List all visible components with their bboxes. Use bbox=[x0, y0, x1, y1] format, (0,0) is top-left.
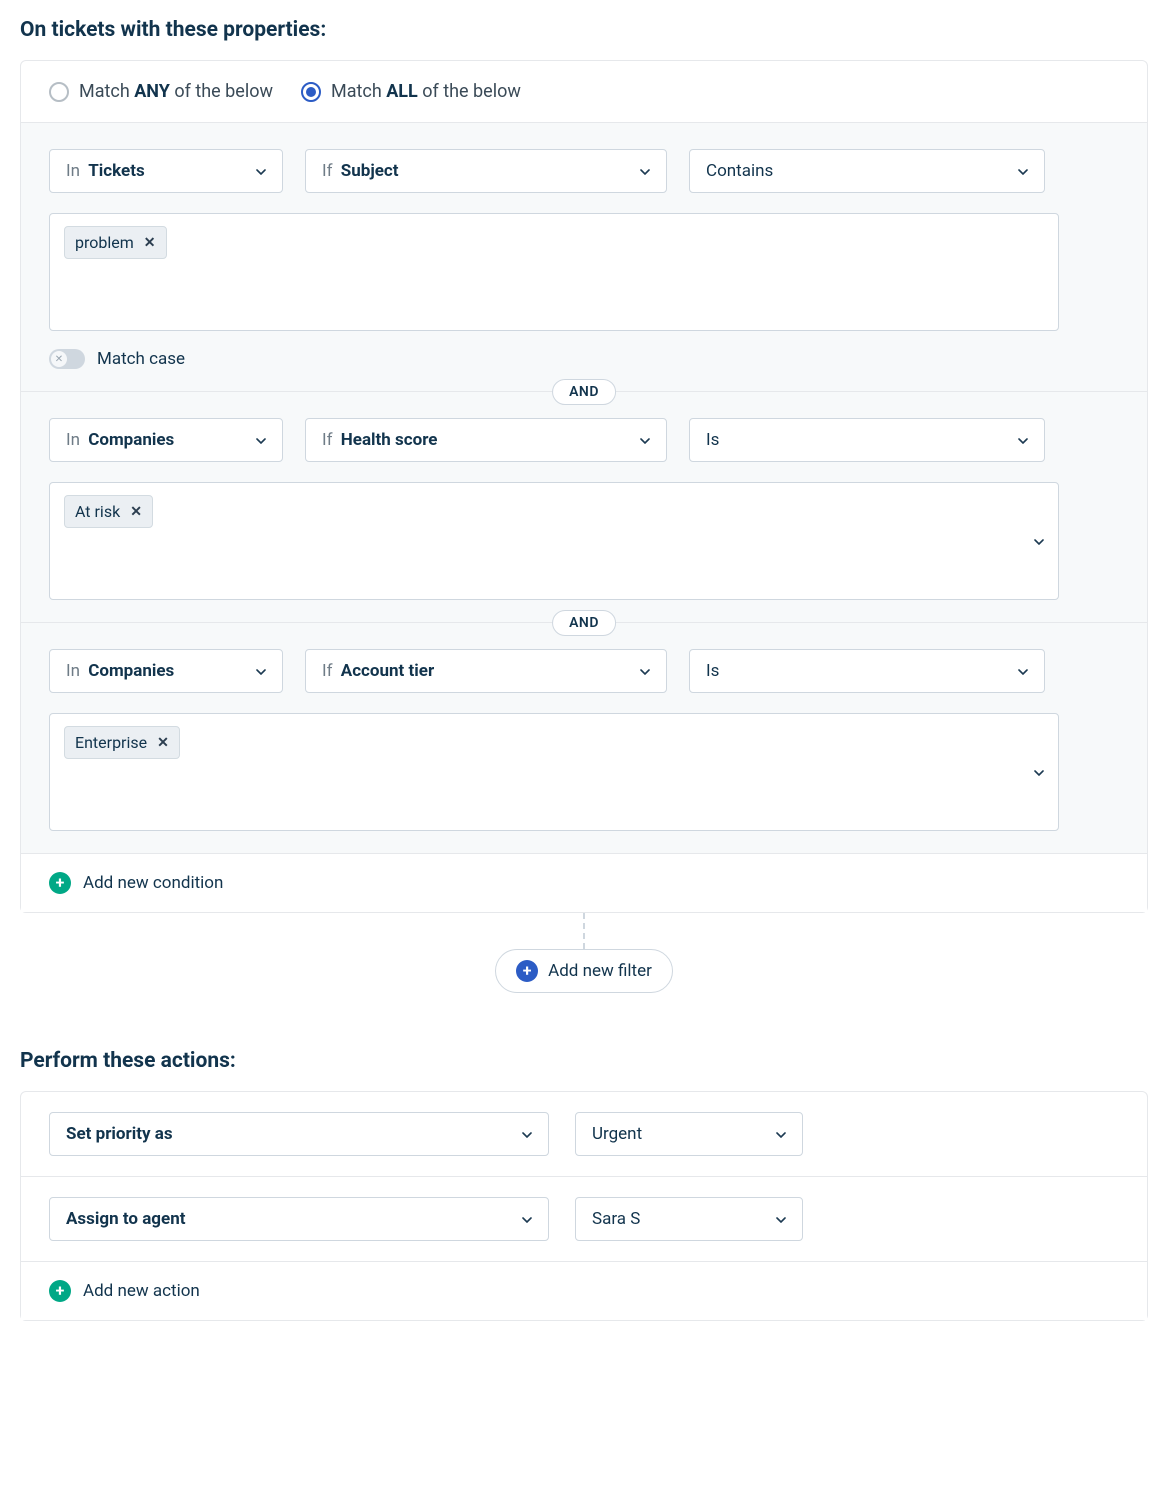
chevron-down-icon bbox=[256, 164, 266, 178]
match-case-toggle[interactable]: ✕ bbox=[49, 349, 85, 369]
chevron-down-icon bbox=[1034, 765, 1044, 779]
chevron-down-icon bbox=[1018, 433, 1028, 447]
action-row: Set priority as Urgent bbox=[21, 1092, 1147, 1177]
chevron-down-icon bbox=[256, 433, 266, 447]
action-row: Assign to agent Sara S bbox=[21, 1177, 1147, 1262]
operator-select[interactable]: Contains bbox=[689, 149, 1045, 193]
add-filter-label: Add new filter bbox=[548, 961, 652, 981]
condition-block: In Companies If Health score Is At risk ✕ bbox=[21, 392, 1147, 622]
and-pill: AND bbox=[552, 610, 616, 636]
close-icon: ✕ bbox=[51, 351, 67, 367]
add-condition-button[interactable]: + Add new condition bbox=[21, 853, 1147, 912]
actions-panel: Set priority as Urgent Assign to agent Sara… bbox=[20, 1091, 1148, 1321]
value-input[interactable]: Enterprise ✕ bbox=[49, 713, 1059, 831]
match-any-radio[interactable]: Match ANY of the below bbox=[49, 81, 273, 102]
condition-joiner: AND bbox=[21, 391, 1147, 392]
chevron-down-icon bbox=[522, 1212, 532, 1226]
chevron-down-icon bbox=[640, 164, 650, 178]
field-select[interactable]: If Health score bbox=[305, 418, 667, 462]
chevron-down-icon bbox=[776, 1127, 786, 1141]
chevron-down-icon bbox=[1018, 164, 1028, 178]
add-action-label: Add new action bbox=[83, 1281, 200, 1301]
plus-icon: + bbox=[516, 960, 538, 982]
scope-select[interactable]: In Tickets bbox=[49, 149, 283, 193]
conditions-panel: Match ANY of the below Match ALL of the … bbox=[20, 60, 1148, 913]
field-select[interactable]: If Account tier bbox=[305, 649, 667, 693]
action-type-select[interactable]: Assign to agent bbox=[49, 1197, 549, 1241]
match-case-label: Match case bbox=[97, 349, 185, 369]
operator-select[interactable]: Is bbox=[689, 418, 1045, 462]
value-chip: Enterprise ✕ bbox=[64, 726, 180, 759]
conditions-title: On tickets with these properties: bbox=[20, 18, 1148, 42]
chevron-down-icon bbox=[640, 664, 650, 678]
field-select[interactable]: If Subject bbox=[305, 149, 667, 193]
value-input[interactable]: At risk ✕ bbox=[49, 482, 1059, 600]
chevron-down-icon bbox=[1018, 664, 1028, 678]
condition-joiner: AND bbox=[21, 622, 1147, 623]
and-pill: AND bbox=[552, 379, 616, 405]
add-condition-label: Add new condition bbox=[83, 873, 223, 893]
match-mode-row: Match ANY of the below Match ALL of the … bbox=[21, 61, 1147, 123]
value-chip: problem ✕ bbox=[64, 226, 167, 259]
remove-chip-icon[interactable]: ✕ bbox=[130, 504, 142, 520]
action-value-select[interactable]: Sara S bbox=[575, 1197, 803, 1241]
scope-select[interactable]: In Companies bbox=[49, 418, 283, 462]
add-action-button[interactable]: + Add new action bbox=[21, 1262, 1147, 1320]
action-value-select[interactable]: Urgent bbox=[575, 1112, 803, 1156]
condition-block: In Tickets If Subject Contains problem ✕ ✕ Mat… bbox=[21, 123, 1147, 391]
condition-block: In Companies If Account tier Is Enterprise ✕ bbox=[21, 623, 1147, 853]
plus-icon: + bbox=[49, 1280, 71, 1302]
radio-icon bbox=[301, 82, 321, 102]
actions-title: Perform these actions: bbox=[20, 1049, 1148, 1073]
match-any-label: Match ANY of the below bbox=[79, 81, 273, 102]
connector-line bbox=[583, 913, 585, 949]
scope-select[interactable]: In Companies bbox=[49, 649, 283, 693]
value-chip: At risk ✕ bbox=[64, 495, 153, 528]
remove-chip-icon[interactable]: ✕ bbox=[157, 735, 169, 751]
action-type-select[interactable]: Set priority as bbox=[49, 1112, 549, 1156]
operator-select[interactable]: Is bbox=[689, 649, 1045, 693]
chevron-down-icon bbox=[1034, 534, 1044, 548]
add-filter-button[interactable]: + Add new filter bbox=[495, 949, 673, 993]
chip-label: At risk bbox=[75, 502, 120, 521]
match-all-label: Match ALL of the below bbox=[331, 81, 521, 102]
chevron-down-icon bbox=[522, 1127, 532, 1141]
remove-chip-icon[interactable]: ✕ bbox=[144, 235, 156, 251]
chip-label: Enterprise bbox=[75, 733, 147, 752]
chip-label: problem bbox=[75, 233, 134, 252]
match-all-radio[interactable]: Match ALL of the below bbox=[301, 81, 521, 102]
chevron-down-icon bbox=[256, 664, 266, 678]
chevron-down-icon bbox=[776, 1212, 786, 1226]
value-input[interactable]: problem ✕ bbox=[49, 213, 1059, 331]
chevron-down-icon bbox=[640, 433, 650, 447]
plus-icon: + bbox=[49, 872, 71, 894]
radio-icon bbox=[49, 82, 69, 102]
